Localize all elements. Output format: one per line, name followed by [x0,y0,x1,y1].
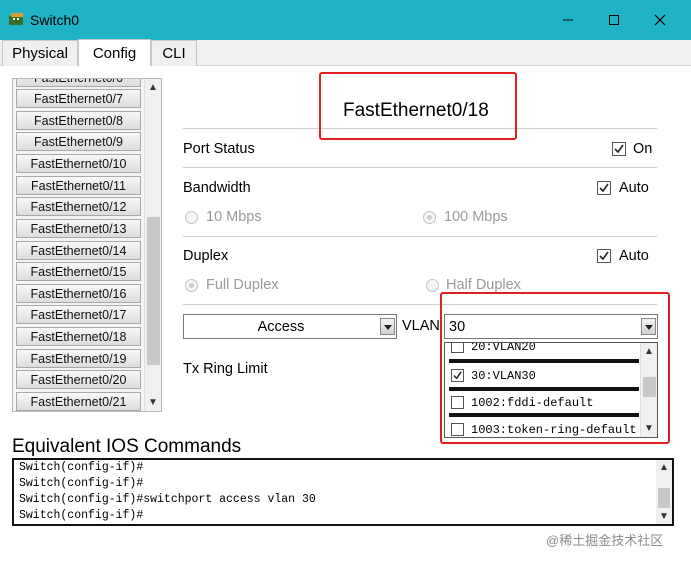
close-icon [654,14,666,26]
maximize-button[interactable] [591,0,637,40]
half-duplex-label: Half Duplex [446,277,521,293]
divider [183,167,657,168]
full-duplex-radio[interactable] [185,279,198,292]
checkmark-icon [614,144,624,154]
tab-physical[interactable]: Physical [2,40,78,66]
speed-10-label: 10 Mbps [206,209,262,225]
interface-item[interactable]: FastEthernet0/16 [16,284,141,303]
interface-item[interactable]: FastEthernet0/20 [16,370,141,389]
checkmark-icon [599,251,609,261]
bandwidth-label: Bandwidth [183,180,251,196]
scroll-up-icon[interactable]: ▲ [148,82,158,93]
highlight-box-vlan [440,292,670,444]
scroll-up-icon[interactable]: ▲ [659,462,669,473]
speed-100-label: 100 Mbps [444,209,508,225]
watermark: @稀土掘金技术社区 [546,533,664,548]
tab-config[interactable]: Config [78,39,151,67]
interface-item[interactable]: FastEthernet0/6 [16,79,141,87]
interface-item[interactable]: FastEthernet0/7 [16,89,141,108]
interface-item[interactable]: FastEthernet0/9 [16,132,141,151]
interface-item[interactable]: FastEthernet0/8 [16,111,141,130]
interface-item[interactable]: FastEthernet0/19 [16,349,141,368]
close-button[interactable] [637,0,683,40]
ios-line: Switch(config-if)# [19,477,144,490]
duplex-label: Duplex [183,248,229,264]
tx-ring-limit-label: Tx Ring Limit [183,361,268,377]
maximize-icon [609,15,619,25]
checkmark-icon [599,183,609,193]
half-duplex-radio[interactable] [426,279,439,292]
minimize-button[interactable] [545,0,591,40]
port-status-on-label: On [633,141,653,157]
window-title: Switch0 [30,12,80,28]
interface-item[interactable]: FastEthernet0/17 [16,305,141,324]
divider [183,236,657,237]
port-mode-select[interactable]: Access [183,314,397,339]
speed-100-radio[interactable] [423,211,436,224]
interface-item-selected[interactable]: FastEthernet0/18 [16,327,141,346]
ios-line: Switch(config-if)#switchport access vlan… [19,493,316,506]
ios-console-scrollbar[interactable]: ▲ ▼ [656,460,672,524]
interface-list-scrollbar[interactable]: ▲ ▼ [144,79,161,411]
interface-item[interactable]: FastEthernet0/12 [16,197,141,216]
minimize-icon [563,19,573,21]
interface-item[interactable]: FastEthernet0/14 [16,241,141,260]
switch-app-icon [9,13,23,25]
speed-10-radio[interactable] [185,211,198,224]
bandwidth-auto-checkbox[interactable] [597,181,611,195]
full-duplex-label: Full Duplex [206,277,279,293]
dropdown-arrow-icon[interactable] [380,318,395,335]
interface-item[interactable]: FastEthernet0/21 [16,392,141,411]
port-mode-value: Access [257,319,305,335]
title-bar: Switch0 [0,0,691,40]
vlan-label: VLAN [402,318,440,334]
scroll-down-icon[interactable]: ▼ [659,511,669,522]
ios-commands-console[interactable]: Switch(config-if)# Switch(config-if)# Sw… [12,458,674,526]
duplex-auto-checkbox[interactable] [597,249,611,263]
ios-line: Switch(config-if)# [19,461,144,474]
interface-list: FastEthernet0/6 FastEthernet0/7 FastEthe… [12,78,162,412]
scrollbar-thumb[interactable] [658,488,670,508]
ios-line: Switch(config-if)# [19,509,144,522]
interface-item[interactable]: FastEthernet0/10 [16,154,141,173]
highlight-box-port [319,72,517,140]
interface-item[interactable]: FastEthernet0/11 [16,176,141,195]
port-status-label: Port Status [183,141,255,157]
scroll-down-icon[interactable]: ▼ [148,397,158,408]
duplex-auto-label: Auto [619,248,649,264]
port-status-checkbox[interactable] [612,142,626,156]
interface-item[interactable]: FastEthernet0/15 [16,262,141,281]
ios-commands-title: Equivalent IOS Commands [12,436,242,457]
tab-bar: Physical Config CLI [0,39,691,67]
interface-item[interactable]: FastEthernet0/13 [16,219,141,238]
tab-cli[interactable]: CLI [151,40,197,66]
bandwidth-auto-label: Auto [619,180,649,196]
scrollbar-thumb[interactable] [147,217,160,365]
